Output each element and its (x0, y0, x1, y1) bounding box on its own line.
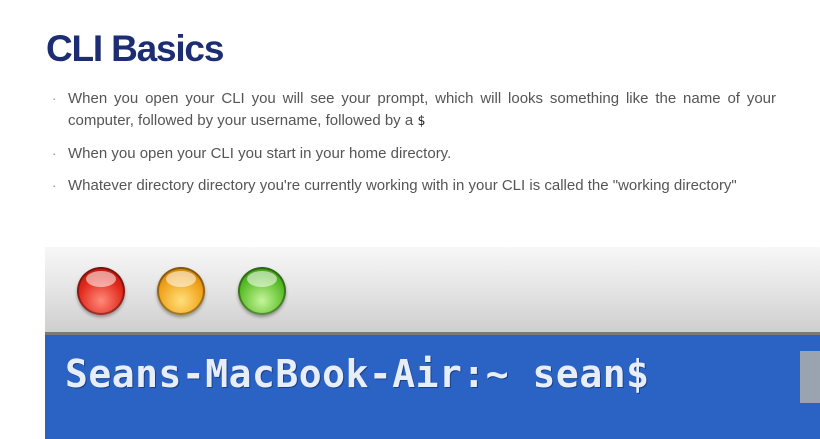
zoom-window-icon (238, 267, 286, 315)
bullet-text: Whatever directory directory you're curr… (68, 177, 737, 194)
bullet-text: When you open your CLI you start in your… (68, 145, 452, 162)
terminal-prompt: Seans-MacBook-Air:~ sean$ (65, 352, 650, 396)
terminal-body: Seans-MacBook-Air:~ sean$ (45, 335, 820, 439)
slide: CLI Basics · When you open your CLI you … (0, 0, 820, 439)
bullet-list: · When you open your CLI you will see yo… (48, 88, 776, 207)
close-window-icon (77, 267, 125, 315)
terminal-screenshot: Seans-MacBook-Air:~ sean$ (45, 247, 820, 439)
terminal-cursor (800, 351, 820, 403)
bullet-marker: · (52, 178, 57, 193)
slide-title: CLI Basics (46, 28, 224, 69)
minimize-window-icon (157, 267, 205, 315)
terminal-titlebar (45, 247, 820, 335)
bullet-item: · When you open your CLI you start in yo… (48, 143, 776, 165)
bullet-item: · When you open your CLI you will see yo… (48, 88, 776, 133)
bullet-marker: · (52, 146, 57, 161)
inline-code: $ (417, 114, 426, 129)
bullet-marker: · (52, 91, 57, 106)
bullet-item: · Whatever directory directory you're cu… (48, 175, 776, 197)
